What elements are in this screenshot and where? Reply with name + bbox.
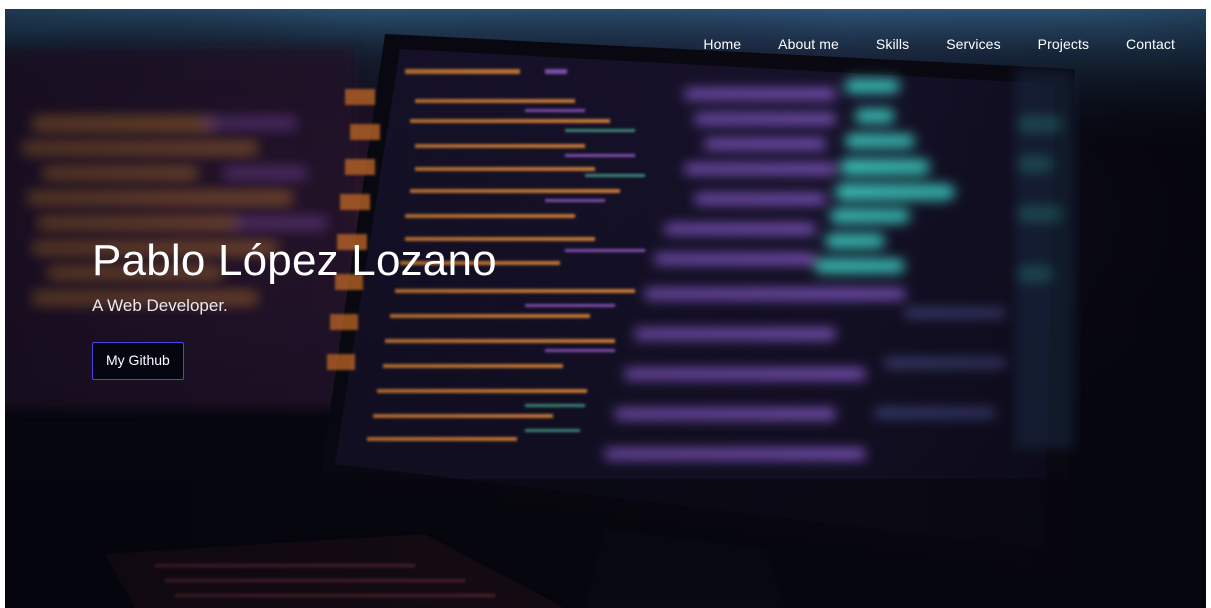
hero-section: Home About me Skills Services Projects C… [5, 9, 1206, 608]
hero-content: Pablo López Lozano A Web Developer. My G… [92, 234, 497, 380]
nav-link-services[interactable]: Services [946, 36, 1000, 52]
nav-link-home[interactable]: Home [703, 36, 741, 52]
hero-title: Pablo López Lozano [92, 236, 497, 285]
nav-link-about-me[interactable]: About me [778, 36, 839, 52]
nav-link-projects[interactable]: Projects [1038, 36, 1089, 52]
main-navigation: Home About me Skills Services Projects C… [703, 36, 1175, 52]
hero-subtitle: A Web Developer. [92, 296, 228, 315]
nav-link-contact[interactable]: Contact [1126, 36, 1175, 52]
nav-link-skills[interactable]: Skills [876, 36, 909, 52]
github-button[interactable]: My Github [92, 342, 184, 380]
